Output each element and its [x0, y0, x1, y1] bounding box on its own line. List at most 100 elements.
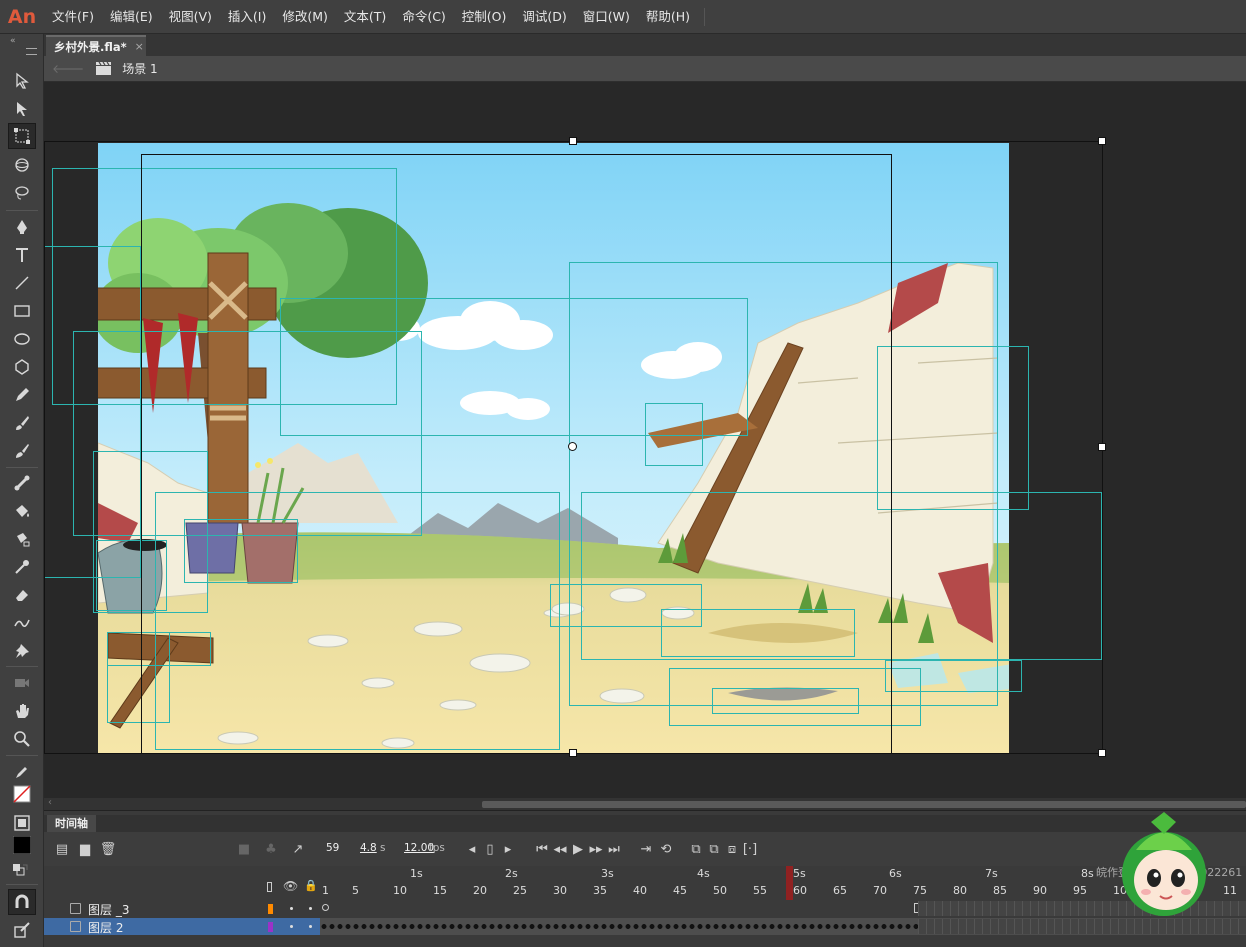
document-tab[interactable]: 乡村外景.fla* × — [46, 35, 146, 56]
menu-help[interactable]: 帮助(H) — [638, 0, 698, 34]
transform-handle[interactable] — [569, 137, 577, 145]
back-arrow-icon[interactable]: 🡐 — [52, 61, 84, 76]
lasso-icon[interactable] — [8, 180, 36, 206]
collapse-panel-icon[interactable]: « — [10, 36, 16, 46]
stage-artwork[interactable] — [98, 143, 1009, 754]
step-back-icon[interactable]: ◂◂ — [552, 841, 568, 857]
menu-text[interactable]: 文本(T) — [336, 0, 394, 34]
camera-icon[interactable] — [8, 670, 36, 696]
playhead[interactable] — [786, 866, 793, 900]
step-forward-marker-icon[interactable]: ▸ — [500, 841, 516, 857]
loop-icon[interactable]: ⇥ — [638, 841, 654, 857]
ink-bottle-icon[interactable] — [8, 526, 36, 552]
transform-handle[interactable] — [569, 749, 577, 757]
panel-menu-icon[interactable] — [26, 48, 37, 55]
subselection-icon[interactable] — [8, 96, 36, 122]
pencil-icon[interactable] — [8, 382, 36, 408]
paint-bucket-icon[interactable] — [8, 498, 36, 524]
toolbar-divider — [6, 884, 38, 885]
new-folder-icon[interactable]: ▆ — [77, 841, 93, 857]
polystar-icon[interactable] — [8, 354, 36, 380]
layer-frames[interactable] — [320, 900, 1246, 917]
go-to-last-frame-icon[interactable]: ⏭ — [606, 841, 622, 857]
hand-icon[interactable] — [8, 698, 36, 724]
menu-modify[interactable]: 修改(M) — [274, 0, 336, 34]
lock-dot[interactable] — [309, 907, 312, 910]
transform-handle[interactable] — [1098, 137, 1106, 145]
layer-row[interactable]: 图层 _3 — [44, 900, 1246, 917]
go-to-first-frame-icon[interactable]: ⏮ — [534, 841, 550, 857]
brush-icon[interactable] — [8, 438, 36, 464]
3d-rotation-icon[interactable] — [8, 152, 36, 178]
elapsed-time[interactable]: 4.8 — [360, 842, 377, 854]
eyedropper-icon[interactable] — [8, 554, 36, 580]
modify-markers-icon[interactable]: [·] — [742, 841, 758, 857]
transform-handle[interactable] — [1098, 749, 1106, 757]
swap-colors-icon[interactable] — [6, 858, 34, 884]
layer-outline-color[interactable] — [268, 922, 273, 932]
onion-skin-icon[interactable]: ⧉ — [688, 841, 704, 857]
menu-control[interactable]: 控制(O) — [454, 0, 515, 34]
menu-window[interactable]: 窗口(W) — [575, 0, 638, 34]
repeat-icon[interactable]: ⟲ — [658, 841, 674, 857]
camera-icon[interactable]: ■ — [236, 841, 252, 857]
step-forward-icon[interactable]: ▸▸ — [588, 841, 604, 857]
center-frame-icon[interactable]: ▯ — [482, 841, 498, 857]
fill-color-swatch[interactable] — [8, 832, 36, 858]
menu-edit[interactable]: 编辑(E) — [102, 0, 161, 34]
zoom-icon[interactable] — [8, 726, 36, 752]
transform-point[interactable] — [568, 442, 577, 451]
horizontal-scrollbar[interactable]: ‹ — [44, 797, 1246, 810]
lock-icon[interactable]: 🔒 — [304, 879, 318, 892]
onion-outline-icon[interactable]: ⧉ — [706, 841, 722, 857]
layer-name[interactable]: 图层 _3 — [88, 901, 129, 918]
delete-layer-icon[interactable]: 🗑 — [100, 841, 117, 857]
timeline-tab[interactable]: 时间轴 — [47, 815, 96, 832]
pasteboard[interactable] — [44, 82, 1246, 798]
edit-multiple-frames-icon[interactable]: ⧈ — [724, 841, 740, 857]
scroll-left-icon[interactable]: ‹ — [48, 797, 52, 808]
free-transform-icon[interactable] — [8, 123, 36, 149]
menu-file[interactable]: 文件(F) — [44, 0, 102, 34]
close-icon[interactable]: × — [135, 40, 144, 53]
eye-icon[interactable]: 👁 — [283, 879, 298, 893]
stroke-color-swatch[interactable] — [8, 781, 36, 807]
snap-icon[interactable] — [8, 889, 36, 915]
empty-keyframe[interactable] — [322, 904, 329, 911]
layer-parenting-icon[interactable]: ♣ — [263, 841, 279, 857]
rectangle-icon[interactable] — [8, 298, 36, 324]
line-icon[interactable] — [8, 270, 36, 296]
play-icon[interactable]: ▶ — [570, 841, 586, 857]
menu-insert[interactable]: 插入(I) — [220, 0, 274, 34]
outline-column-icon[interactable] — [267, 882, 272, 892]
lock-dot[interactable] — [309, 925, 312, 928]
visibility-dot[interactable] — [290, 925, 293, 928]
width-icon[interactable] — [8, 610, 36, 636]
empty-frames[interactable] — [918, 919, 1246, 934]
object-drawing-icon[interactable] — [8, 917, 36, 943]
layer-row-selected[interactable]: 图层 2 — [44, 918, 1246, 935]
new-layer-icon[interactable]: ▤ — [54, 841, 70, 857]
layer-frames[interactable] — [320, 918, 1246, 935]
layer-outline-color[interactable] — [268, 904, 273, 914]
keyframes[interactable] — [320, 918, 918, 935]
transform-handle[interactable] — [1098, 443, 1106, 451]
eraser-icon[interactable] — [8, 582, 36, 608]
current-frame[interactable]: 59 — [326, 842, 339, 854]
layer-name[interactable]: 图层 2 — [88, 919, 123, 936]
step-back-marker-icon[interactable]: ◂ — [464, 841, 480, 857]
menu-debug[interactable]: 调试(D) — [514, 0, 574, 34]
menu-view[interactable]: 视图(V) — [161, 0, 220, 34]
pen-icon[interactable] — [8, 214, 36, 240]
scene-name[interactable]: 场景 1 — [122, 60, 157, 77]
oval-icon[interactable] — [8, 326, 36, 352]
menu-commands[interactable]: 命令(C) — [394, 0, 453, 34]
pin-icon[interactable] — [8, 638, 36, 664]
paint-brush-icon[interactable] — [8, 410, 36, 436]
bone-icon[interactable] — [8, 470, 36, 496]
scrollbar-thumb[interactable] — [482, 801, 1246, 808]
visibility-dot[interactable] — [290, 907, 293, 910]
graph-icon[interactable]: ↗ — [290, 841, 306, 857]
text-icon[interactable] — [8, 242, 36, 268]
selection-icon[interactable] — [8, 68, 36, 94]
